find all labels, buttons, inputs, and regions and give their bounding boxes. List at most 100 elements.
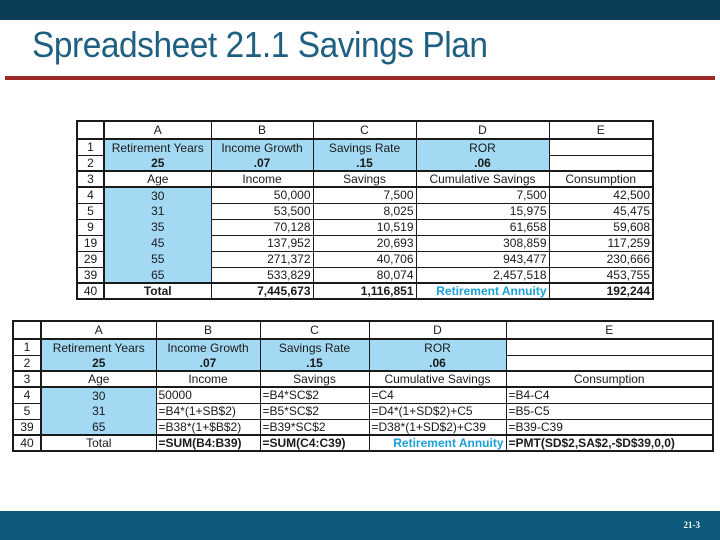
consumption-cell[interactable]: 59,608 — [548, 218, 654, 236]
param-value[interactable]: 25 — [103, 155, 212, 172]
table-row: 5 31 53,500 8,025 15,975 45,475 — [76, 202, 654, 220]
cumulative-savings-cell[interactable]: 308,859 — [415, 234, 550, 252]
age-cell[interactable]: 30 — [40, 386, 157, 403]
age-cell[interactable]: 55 — [103, 251, 212, 267]
consumption-cell[interactable]: 117,259 — [548, 234, 654, 252]
income-cell[interactable]: 137,952 — [210, 234, 314, 252]
row-number: 40 — [12, 434, 42, 452]
retirement-annuity-formula[interactable]: =PMT(SD$2,SA$2,-$D$39,0,0) — [505, 434, 714, 452]
param-label-row: 1 Retirement Years Income Growth Savings… — [76, 138, 654, 156]
savings-formula[interactable]: =B5*SC$2 — [259, 402, 370, 420]
savings-cell[interactable]: 20,693 — [312, 234, 417, 252]
income-cell[interactable]: 50,000 — [210, 186, 314, 204]
row-number: 5 — [76, 202, 105, 220]
row-number: 3 — [76, 170, 105, 188]
header-bar — [0, 0, 720, 20]
age-cell[interactable]: 65 — [103, 267, 212, 284]
param-value[interactable]: .07 — [210, 155, 314, 172]
cumulative-savings-cell[interactable]: 15,975 — [415, 202, 550, 220]
formulas-spreadsheet: A B C D E 1 Retirement Years Income Grow… — [12, 320, 714, 452]
param-label — [548, 138, 654, 156]
page-number: 21-3 — [683, 520, 701, 530]
row-number: 1 — [12, 338, 42, 356]
param-label: Retirement Years — [40, 338, 157, 355]
column-header-row: A B C D E — [76, 120, 654, 140]
savings-cell[interactable]: 8,025 — [312, 202, 417, 220]
param-value[interactable]: .06 — [415, 155, 550, 172]
label-row: 3 Age Income Savings Cumulative Savings … — [12, 370, 714, 388]
cumulative-savings-formula[interactable]: =D38*(1+SD$2)+C39 — [368, 418, 507, 436]
row-number: 19 — [76, 234, 105, 252]
table-row: 4 30 50,000 7,500 7,500 42,500 — [76, 186, 654, 204]
income-cell[interactable]: 533,829 — [210, 266, 314, 284]
row-number: 2 — [76, 154, 105, 172]
param-value[interactable]: .07 — [155, 355, 261, 372]
savings-cell[interactable]: 40,706 — [312, 250, 417, 268]
total-label: Total — [103, 282, 212, 300]
row-number: 29 — [76, 250, 105, 268]
savings-cell[interactable]: 80,074 — [312, 266, 417, 284]
age-cell[interactable]: 65 — [40, 419, 157, 436]
consumption-formula[interactable]: =B39-C39 — [505, 418, 714, 436]
cumulative-savings-formula[interactable]: =D4*(1+SD$2)+C5 — [368, 402, 507, 420]
savings-cell[interactable]: 7,500 — [312, 186, 417, 204]
cumulative-savings-cell[interactable]: 7,500 — [415, 186, 550, 204]
column-header: C — [259, 320, 370, 340]
savings-formula[interactable]: =B39*SC$2 — [259, 418, 370, 436]
income-cell[interactable]: 70,128 — [210, 218, 314, 236]
param-value-row: 2 25 .07 .15 .06 — [12, 354, 714, 372]
age-cell[interactable]: 45 — [103, 235, 212, 251]
row-number: 3 — [12, 370, 42, 388]
table-row: 39 65 =B38*(1+$B$2) =B39*SC$2 =D38*(1+SD… — [12, 418, 714, 436]
slide-title: Spreadsheet 21.1 Savings Plan — [32, 24, 488, 65]
consumption-cell[interactable]: 42,500 — [548, 186, 654, 204]
param-value[interactable] — [548, 154, 654, 172]
title-divider — [5, 76, 715, 80]
column-header: A — [40, 320, 157, 340]
income-formula[interactable]: =B38*(1+$B$2) — [155, 418, 261, 436]
age-cell[interactable]: 31 — [40, 403, 157, 419]
param-value[interactable]: .06 — [368, 355, 507, 372]
row-number: 39 — [12, 418, 42, 436]
consumption-cell[interactable]: 453,755 — [548, 266, 654, 284]
param-value[interactable]: .15 — [259, 355, 370, 372]
savings-cell[interactable]: 10,519 — [312, 218, 417, 236]
cumulative-savings-cell[interactable]: 943,477 — [415, 250, 550, 268]
cumulative-savings-formula[interactable]: =C4 — [368, 386, 507, 404]
income-formula[interactable]: =B4*(1+SB$2) — [155, 402, 261, 420]
cumulative-savings-cell[interactable]: 2,457,518 — [415, 266, 550, 284]
total-label: Total — [40, 434, 157, 452]
income-cell[interactable]: 271,372 — [210, 250, 314, 268]
income-cell[interactable]: 53,500 — [210, 202, 314, 220]
param-value[interactable]: 25 — [40, 355, 157, 372]
param-value[interactable]: .15 — [312, 155, 417, 172]
retirement-annuity-value[interactable]: 192,244 — [548, 282, 654, 300]
total-row: 40 Total 7,445,673 1,116,851 Retirement … — [76, 282, 654, 300]
age-cell[interactable]: 31 — [103, 203, 212, 219]
consumption-formula[interactable]: =B5-C5 — [505, 402, 714, 420]
age-cell[interactable]: 35 — [103, 219, 212, 235]
table-row: 39 65 533,829 80,074 2,457,518 453,755 — [76, 266, 654, 284]
table-row: 19 45 137,952 20,693 308,859 117,259 — [76, 234, 654, 252]
param-value[interactable] — [505, 354, 714, 372]
column-label: Income — [210, 170, 314, 188]
table-row: 29 55 271,372 40,706 943,477 230,666 — [76, 250, 654, 268]
column-label: Savings — [312, 170, 417, 188]
income-formula[interactable]: 50000 — [155, 386, 261, 404]
consumption-cell[interactable]: 45,475 — [548, 202, 654, 220]
corner-cell — [12, 320, 42, 340]
cumulative-savings-cell[interactable]: 61,658 — [415, 218, 550, 236]
total-savings-formula[interactable]: =SUM(C4:C39) — [259, 434, 370, 452]
total-row: 40 Total =SUM(B4:B39) =SUM(C4:C39) Retir… — [12, 434, 714, 452]
savings-formula[interactable]: =B4*SC$2 — [259, 386, 370, 404]
age-cell[interactable]: 30 — [103, 186, 212, 203]
total-income-formula[interactable]: =SUM(B4:B39) — [155, 434, 261, 452]
row-number: 4 — [76, 186, 105, 204]
param-label: Retirement Years — [103, 138, 212, 155]
consumption-formula[interactable]: =B4-C4 — [505, 386, 714, 404]
column-header: B — [155, 320, 261, 340]
param-label: ROR — [368, 338, 507, 355]
consumption-cell[interactable]: 230,666 — [548, 250, 654, 268]
total-income[interactable]: 7,445,673 — [210, 282, 314, 300]
total-savings[interactable]: 1,116,851 — [312, 282, 417, 300]
